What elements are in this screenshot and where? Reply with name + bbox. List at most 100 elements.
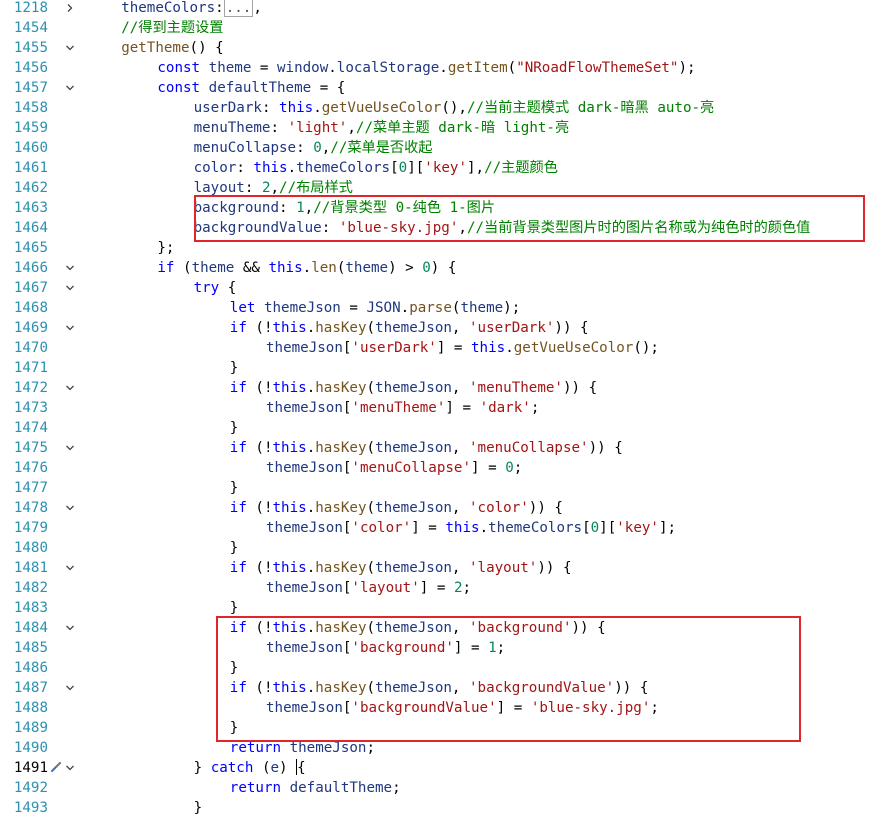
code-content[interactable]: } catch (e) {: [194, 758, 306, 778]
code-line[interactable]: 1474}: [0, 418, 882, 438]
code-content[interactable]: themeJson['background'] = 1;: [266, 638, 505, 658]
code-content[interactable]: return defaultTheme;: [230, 778, 401, 798]
code-content[interactable]: }: [194, 798, 203, 818]
code-line[interactable]: 1475 if (!this.hasKey(themeJson, 'menuCol…: [0, 438, 882, 458]
code-content[interactable]: }: [230, 358, 239, 378]
code-content[interactable]: if (!this.hasKey(themeJson, 'backgroundV…: [230, 678, 649, 698]
code-content[interactable]: background: 1,//背景类型 0-纯色 1-图片: [194, 198, 495, 218]
code-content[interactable]: }: [230, 478, 239, 498]
code-line[interactable]: 1458 userDark: this.getVueUseColor(),//当前…: [0, 98, 882, 118]
code-line[interactable]: 1456 const theme = window.localStorage.ge…: [0, 58, 882, 78]
chevron-down-icon[interactable]: [64, 38, 76, 58]
code-content[interactable]: backgroundValue: 'blue-sky.jpg',//当前背景类型…: [194, 218, 811, 238]
code-line[interactable]: 1492 return defaultTheme;: [0, 778, 882, 798]
code-content[interactable]: return themeJson;: [230, 738, 375, 758]
code-content[interactable]: try {: [194, 278, 237, 298]
chevron-down-icon[interactable]: [64, 378, 76, 398]
code-line[interactable]: 1218 themeColors:...,: [0, 0, 882, 18]
chevron-down-icon[interactable]: [64, 318, 76, 338]
chevron-down-icon[interactable]: [64, 278, 76, 298]
number-token: 0: [590, 520, 600, 536]
code-line[interactable]: 1461 color: this.themeColors[0]['key'],//…: [0, 158, 882, 178]
code-content[interactable]: }: [230, 718, 239, 738]
chevron-down-icon[interactable]: [64, 498, 76, 518]
code-content[interactable]: themeJson['menuTheme'] = 'dark';: [266, 398, 539, 418]
code-content[interactable]: if (!this.hasKey(themeJson, 'menuTheme')…: [230, 378, 597, 398]
code-line[interactable]: 1485 themeJson['background'] = 1;: [0, 638, 882, 658]
code-content[interactable]: menuTheme: 'light',//菜单主题 dark-暗 light-亮: [194, 118, 570, 138]
code-line[interactable]: 1481 if (!this.hasKey(themeJson, 'layout'…: [0, 558, 882, 578]
code-content[interactable]: };: [157, 238, 174, 258]
code-line[interactable]: 1471}: [0, 358, 882, 378]
code-content[interactable]: if (!this.hasKey(themeJson, 'color')) {: [230, 498, 563, 518]
code-line[interactable]: 1484 if (!this.hasKey(themeJson, 'backgro…: [0, 618, 882, 638]
code-line[interactable]: 1459 menuTheme: 'light',//菜单主题 dark-暗 lig…: [0, 118, 882, 138]
code-line[interactable]: 1468 let themeJson = JSON.parse(theme);: [0, 298, 882, 318]
code-line[interactable]: 1463 background: 1,//背景类型 0-纯色 1-图片: [0, 198, 882, 218]
code-line[interactable]: 1473 themeJson['menuTheme'] = 'dark';: [0, 398, 882, 418]
code-content[interactable]: if (!this.hasKey(themeJson, 'menuCollaps…: [230, 438, 623, 458]
code-content[interactable]: themeJson['color'] = this.themeColors[0]…: [266, 518, 676, 538]
code-content[interactable]: themeJson['userDark'] = this.getVueUseCo…: [266, 338, 659, 358]
code-line[interactable]: 1491} catch (e) {: [0, 758, 882, 778]
code-line[interactable]: 1478 if (!this.hasKey(themeJson, 'color')…: [0, 498, 882, 518]
code-line[interactable]: 1466 if (theme && this.len(theme) > 0) {: [0, 258, 882, 278]
punctuation-token: .: [306, 320, 316, 336]
code-content[interactable]: const theme = window.localStorage.getIte…: [157, 58, 695, 78]
code-content[interactable]: getTheme() {: [121, 38, 224, 58]
code-line[interactable]: 1457 const defaultTheme = {: [0, 78, 882, 98]
code-line[interactable]: 1469 if (!this.hasKey(themeJson, 'userDar…: [0, 318, 882, 338]
code-line[interactable]: 1477}: [0, 478, 882, 498]
code-editor[interactable]: 1218 themeColors:..., 1454 //得到主题设置 1455 getT…: [0, 0, 882, 816]
code-line[interactable]: 1476 themeJson['menuCollapse'] = 0;: [0, 458, 882, 478]
code-line[interactable]: 1488 themeJson['backgroundValue'] = 'blue…: [0, 698, 882, 718]
code-content[interactable]: themeJson['menuCollapse'] = 0;: [266, 458, 522, 478]
code-content[interactable]: }: [230, 538, 239, 558]
chevron-down-icon[interactable]: [64, 558, 76, 578]
code-line[interactable]: 1493}: [0, 798, 882, 818]
code-content[interactable]: themeJson['layout'] = 2;: [266, 578, 471, 598]
code-content[interactable]: if (theme && this.len(theme) > 0) {: [157, 258, 456, 278]
code-content[interactable]: menuCollapse: 0,//菜单是否收起: [194, 138, 433, 158]
code-line[interactable]: 1490 return themeJson;: [0, 738, 882, 758]
code-line[interactable]: 1455 getTheme() {: [0, 38, 882, 58]
chevron-down-icon[interactable]: [64, 758, 76, 778]
code-line[interactable]: 1489}: [0, 718, 882, 738]
chevron-down-icon[interactable]: [64, 258, 76, 278]
chevron-down-icon[interactable]: [64, 678, 76, 698]
code-line[interactable]: 1482 themeJson['layout'] = 2;: [0, 578, 882, 598]
code-content[interactable]: themeJson['backgroundValue'] = 'blue-sky…: [266, 698, 659, 718]
code-content[interactable]: if (!this.hasKey(themeJson, 'layout')) {: [230, 558, 572, 578]
code-content[interactable]: color: this.themeColors[0]['key'],//主题颜色: [194, 158, 558, 178]
code-line[interactable]: 1479 themeJson ['color'] = this.themeColor…: [0, 518, 882, 538]
code-content[interactable]: }: [230, 418, 239, 438]
code-content[interactable]: //得到主题设置: [121, 18, 223, 38]
code-content[interactable]: if (!this.hasKey(themeJson, 'background'…: [230, 618, 606, 638]
screwdriver-icon[interactable]: [50, 760, 64, 776]
chevron-down-icon[interactable]: [64, 438, 76, 458]
code-content[interactable]: }: [230, 658, 239, 678]
code-content[interactable]: if (!this.hasKey(themeJson, 'userDark'))…: [230, 318, 589, 338]
code-line[interactable]: 1460 menuCollapse: 0,//菜单是否收起: [0, 138, 882, 158]
code-line[interactable]: 1487 if (!this.hasKey(themeJson, 'backgro…: [0, 678, 882, 698]
code-line[interactable]: 1454 //得到主题设置: [0, 18, 882, 38]
code-line[interactable]: 1470 themeJson['userDark'] = this.getVueU…: [0, 338, 882, 358]
code-line[interactable]: 1464 backgroundValue: 'blue-sky.jpg',//当前…: [0, 218, 882, 238]
code-content[interactable]: layout: 2,//布局样式: [194, 178, 353, 198]
collapsed-region-button[interactable]: ...: [223, 0, 254, 17]
code-line[interactable]: 1486}: [0, 658, 882, 678]
code-line[interactable]: 1462 layout: 2,//布局样式: [0, 178, 882, 198]
code-line[interactable]: 1467 try {: [0, 278, 882, 298]
chevron-down-icon[interactable]: [64, 78, 76, 98]
chevron-right-icon[interactable]: [64, 0, 76, 18]
code-content[interactable]: let themeJson = JSON.parse(theme);: [230, 298, 520, 318]
code-line[interactable]: 1480}: [0, 538, 882, 558]
code-line[interactable]: 1472 if (!this.hasKey(themeJson, 'menuThe…: [0, 378, 882, 398]
code-content[interactable]: themeColors:...,: [121, 0, 262, 18]
code-content[interactable]: const defaultTheme = {: [157, 78, 345, 98]
code-content[interactable]: userDark: this.getVueUseColor(),//当前主题模式…: [194, 98, 715, 118]
code-content[interactable]: }: [230, 598, 239, 618]
chevron-down-icon[interactable]: [64, 618, 76, 638]
code-line[interactable]: 1483}: [0, 598, 882, 618]
code-line[interactable]: 1465};: [0, 238, 882, 258]
